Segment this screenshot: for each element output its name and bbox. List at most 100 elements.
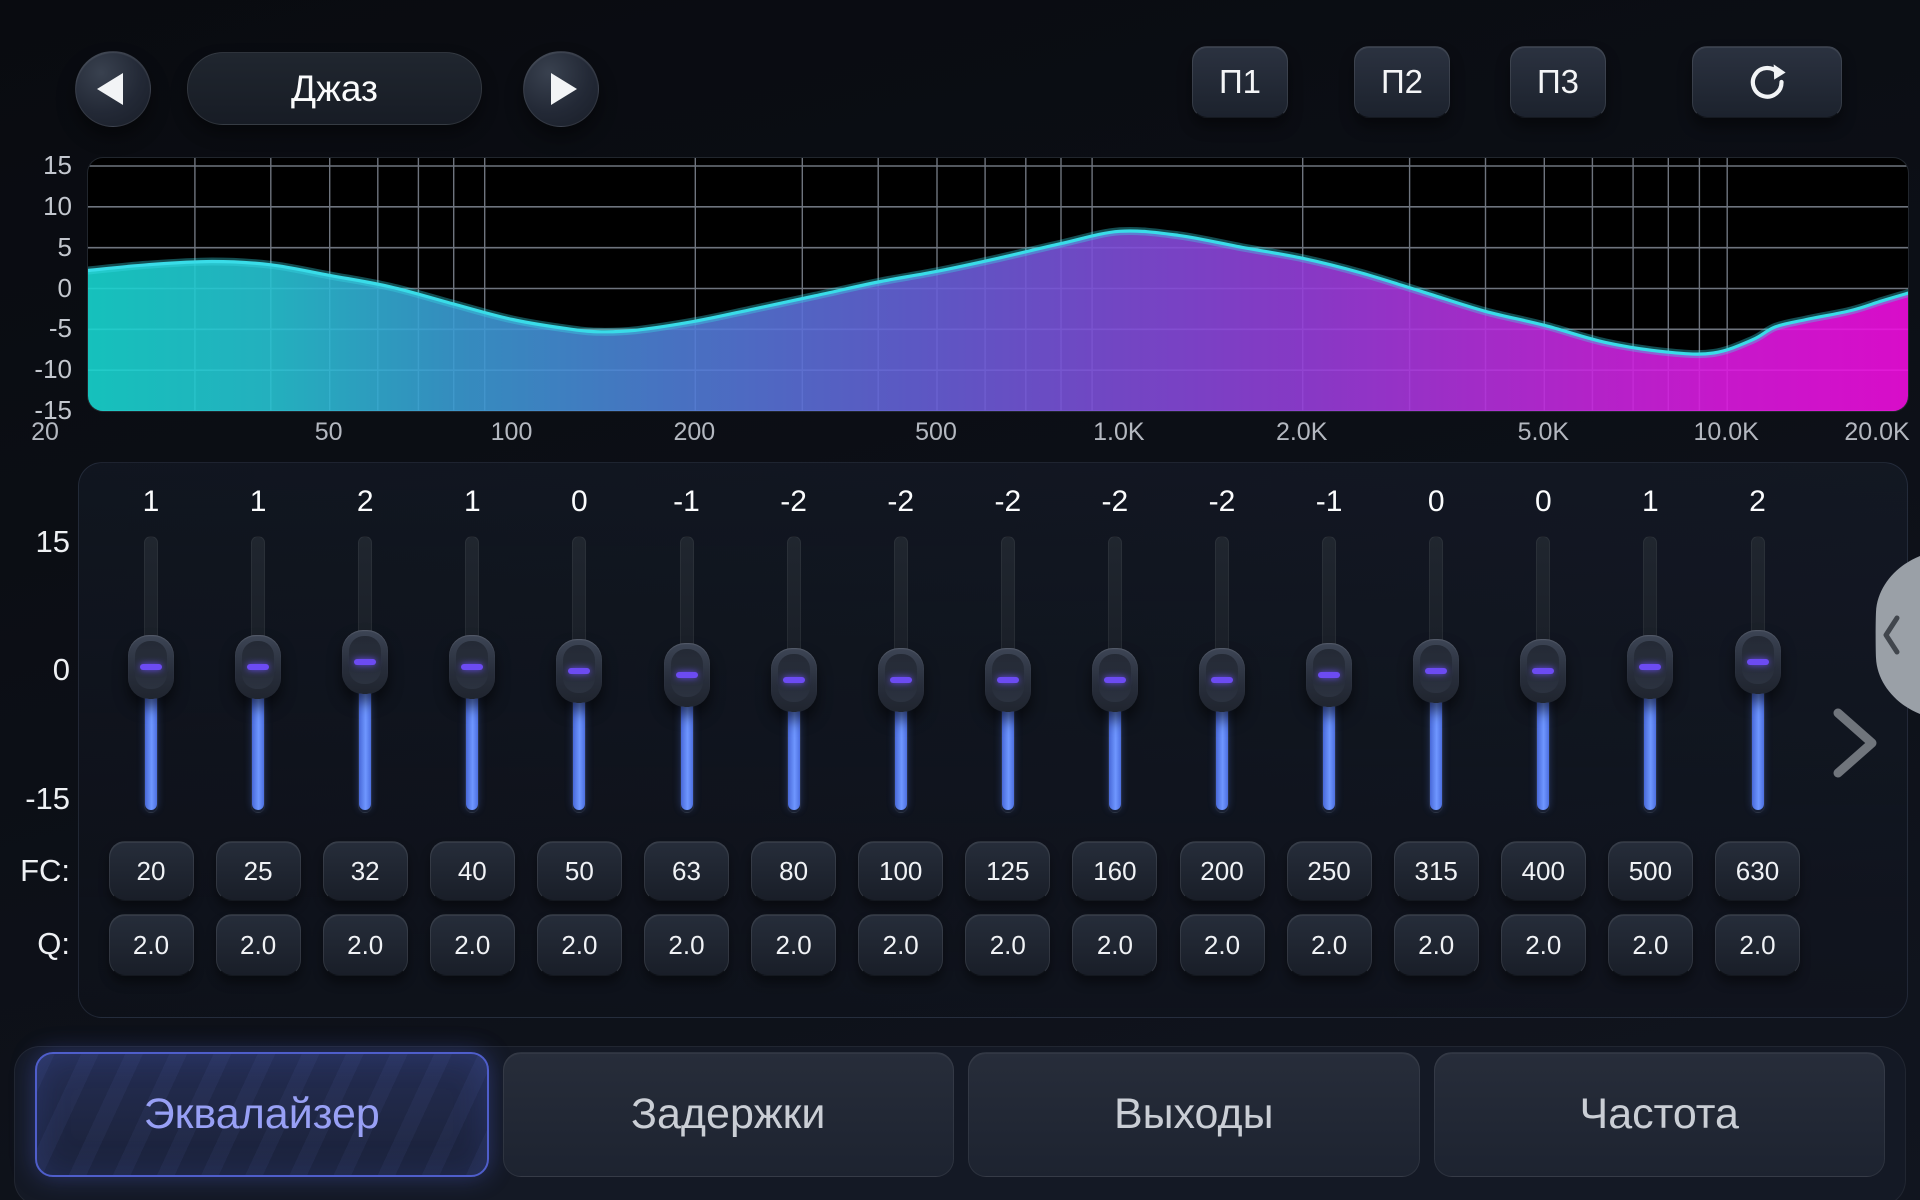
- right-chevron-icon: [1838, 713, 1872, 773]
- fc-row-label: FC:: [0, 853, 70, 889]
- band-slider-thumb[interactable]: [664, 643, 710, 707]
- left-triangle-icon: [97, 73, 123, 105]
- expand-panel-button[interactable]: [1824, 705, 1888, 781]
- band-fc-button[interactable]: 80: [751, 841, 836, 901]
- eq-band-column: 1 25 2.0: [205, 463, 312, 1019]
- band-fc-button[interactable]: 100: [858, 841, 943, 901]
- band-fc-button[interactable]: 50: [537, 841, 622, 901]
- band-fc-button[interactable]: 20: [109, 841, 194, 901]
- band-q-button[interactable]: 2.0: [1715, 914, 1800, 976]
- tab-equalizer[interactable]: Эквалайзер: [35, 1052, 489, 1177]
- band-slider-thumb[interactable]: [1627, 635, 1673, 699]
- band-fc-button[interactable]: 63: [644, 841, 729, 901]
- band-slider-thumb[interactable]: [1520, 639, 1566, 703]
- band-fc-button[interactable]: 32: [323, 841, 408, 901]
- band-q-button[interactable]: 2.0: [1394, 914, 1479, 976]
- band-slider-thumb[interactable]: [1199, 648, 1245, 712]
- band-q-button[interactable]: 2.0: [1608, 914, 1693, 976]
- band-fc-button[interactable]: 160: [1072, 841, 1157, 901]
- band-q-button[interactable]: 2.0: [644, 914, 729, 976]
- band-slider-thumb[interactable]: [128, 635, 174, 699]
- right-triangle-icon: [551, 73, 577, 105]
- tab-frequency[interactable]: Частота: [1434, 1052, 1886, 1177]
- thumb-grip-icon: [997, 677, 1019, 683]
- memory-preset-p3-button[interactable]: П3: [1510, 46, 1606, 118]
- db-axis-tick-label: 0: [0, 274, 72, 302]
- band-fc-button[interactable]: 315: [1394, 841, 1479, 901]
- band-q-button[interactable]: 2.0: [216, 914, 301, 976]
- band-slider-thumb[interactable]: [878, 648, 924, 712]
- band-q-button[interactable]: 2.0: [1180, 914, 1265, 976]
- band-fc-button[interactable]: 25: [216, 841, 301, 901]
- thumb-grip-icon: [354, 659, 376, 665]
- freq-axis-tick-label: 50: [274, 418, 384, 447]
- preset-selector[interactable]: Джаз: [187, 52, 482, 125]
- memory-preset-p1-button[interactable]: П1: [1192, 46, 1288, 118]
- previous-preset-button[interactable]: [75, 51, 151, 127]
- band-gain-value: -2: [954, 485, 1061, 519]
- thumb-grip-icon: [140, 664, 162, 670]
- band-gain-value: 1: [1597, 485, 1704, 519]
- db-axis-tick-label: 5: [0, 233, 72, 261]
- eq-band-column: 03152.0: [1383, 463, 1490, 1019]
- band-slider-thumb[interactable]: [556, 639, 602, 703]
- thumb-grip-icon: [1318, 672, 1340, 678]
- band-gain-value: -2: [740, 485, 847, 519]
- next-preset-button[interactable]: [523, 51, 599, 127]
- band-q-button[interactable]: 2.0: [109, 914, 194, 976]
- eq-band-column: 1 40 2.0: [419, 463, 526, 1019]
- band-q-button[interactable]: 2.0: [858, 914, 943, 976]
- band-slider-thumb[interactable]: [449, 635, 495, 699]
- reset-icon: [1746, 61, 1788, 103]
- db-axis-tick-label: 10: [0, 192, 72, 220]
- q-row-label: Q:: [0, 926, 70, 962]
- band-q-button[interactable]: 2.0: [323, 914, 408, 976]
- bottom-tab-bar: ЭквалайзерЗадержкиВыходыЧастота: [14, 1046, 1906, 1200]
- band-q-button[interactable]: 2.0: [1287, 914, 1372, 976]
- band-fc-button[interactable]: 500: [1608, 841, 1693, 901]
- eq-band-column: -1 63 2.0: [633, 463, 740, 1019]
- band-slider-thumb[interactable]: [1735, 630, 1781, 694]
- band-gain-value: 2: [1704, 485, 1811, 519]
- preset-name-label: Джаз: [291, 68, 378, 110]
- band-gain-value: -1: [633, 485, 740, 519]
- band-fc-button[interactable]: 400: [1501, 841, 1586, 901]
- thumb-grip-icon: [568, 668, 590, 674]
- db-axis-tick-label: 15: [0, 151, 72, 179]
- side-panel-pull-tab[interactable]: [1845, 550, 1920, 720]
- eq-band-column: -2 80 2.0: [740, 463, 847, 1019]
- band-slider-thumb[interactable]: [235, 635, 281, 699]
- band-q-button[interactable]: 2.0: [430, 914, 515, 976]
- band-q-button[interactable]: 2.0: [1501, 914, 1586, 976]
- tab-outputs[interactable]: Выходы: [968, 1052, 1420, 1177]
- band-slider-thumb[interactable]: [1413, 639, 1459, 703]
- band-gain-value: 0: [526, 485, 633, 519]
- tab-delays[interactable]: Задержки: [503, 1052, 955, 1177]
- band-gain-value: 1: [205, 485, 312, 519]
- band-slider-thumb[interactable]: [985, 648, 1031, 712]
- thumb-grip-icon: [890, 677, 912, 683]
- band-q-button[interactable]: 2.0: [537, 914, 622, 976]
- band-slider-thumb[interactable]: [771, 648, 817, 712]
- band-slider-thumb[interactable]: [1306, 643, 1352, 707]
- band-fc-button[interactable]: 40: [430, 841, 515, 901]
- reset-button[interactable]: [1692, 46, 1842, 118]
- slider-scale-max-label: 15: [0, 524, 70, 560]
- band-fc-button[interactable]: 630: [1715, 841, 1800, 901]
- band-fc-button[interactable]: 250: [1287, 841, 1372, 901]
- band-q-button[interactable]: 2.0: [751, 914, 836, 976]
- band-fc-button[interactable]: 200: [1180, 841, 1265, 901]
- memory-preset-p2-button[interactable]: П2: [1354, 46, 1450, 118]
- band-slider-thumb[interactable]: [342, 630, 388, 694]
- band-fc-button[interactable]: 125: [965, 841, 1050, 901]
- band-gain-value: 1: [419, 485, 526, 519]
- band-q-button[interactable]: 2.0: [965, 914, 1050, 976]
- eq-bands-panel: 1202.01252.02322.01402.00502.0-1632.0-28…: [78, 462, 1908, 1018]
- band-gain-value: 1: [98, 485, 205, 519]
- thumb-grip-icon: [1532, 668, 1554, 674]
- freq-axis-tick-label: 10.0K: [1671, 418, 1781, 447]
- band-q-button[interactable]: 2.0: [1072, 914, 1157, 976]
- band-slider-thumb[interactable]: [1092, 648, 1138, 712]
- thumb-grip-icon: [1211, 677, 1233, 683]
- eq-band-column: 1 500 2.0: [1597, 463, 1704, 1019]
